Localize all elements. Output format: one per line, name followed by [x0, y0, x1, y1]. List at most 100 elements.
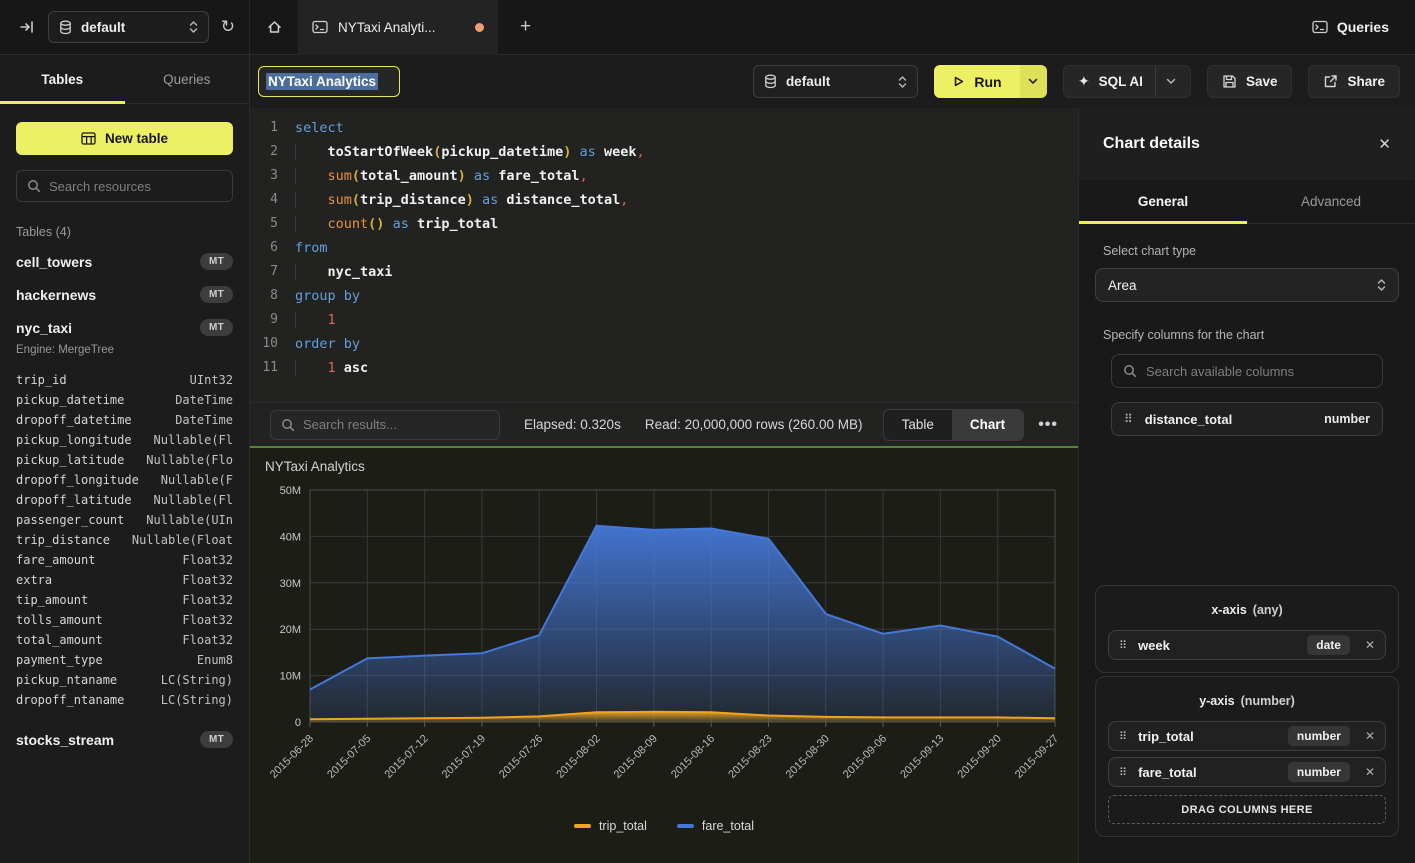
- legend-item-fare_total[interactable]: fare_total: [677, 819, 754, 833]
- svg-text:2015-09-06: 2015-09-06: [841, 733, 889, 781]
- refresh-icon[interactable]: ↻: [221, 17, 235, 37]
- available-column-distance_total[interactable]: ⠿distance_totalnumber: [1111, 402, 1383, 436]
- sidebar-search-input[interactable]: Search resources: [16, 170, 233, 202]
- results-search-input[interactable]: Search results...: [270, 410, 500, 440]
- database-icon: [59, 20, 72, 35]
- area-chart[interactable]: 010M20M30M40M50M2015-06-282015-07-052015…: [250, 448, 1078, 863]
- column-type: Nullable(Flo: [146, 453, 233, 467]
- column-row[interactable]: pickup_datetimeDateTime: [16, 390, 233, 410]
- axis-item-trip_total[interactable]: ⠿trip_totalnumber✕: [1108, 721, 1386, 751]
- column-name: trip_distance: [16, 533, 110, 547]
- share-button[interactable]: Share: [1308, 65, 1400, 98]
- remove-icon[interactable]: ✕: [1365, 765, 1375, 779]
- remove-icon[interactable]: ✕: [1365, 729, 1375, 743]
- read-stat: Read: 20,000,000 rows (260.00 MB): [645, 417, 863, 432]
- column-row[interactable]: pickup_ntanameLC(String): [16, 670, 233, 690]
- column-row[interactable]: trip_distanceNullable(Float: [16, 530, 233, 550]
- new-tab-button[interactable]: +: [520, 16, 531, 38]
- drag-handle-icon[interactable]: ⠿: [1124, 412, 1133, 426]
- home-button[interactable]: [250, 19, 298, 35]
- axis-item-fare_total[interactable]: ⠿fare_totalnumber✕: [1108, 757, 1386, 787]
- queries-icon: [1312, 20, 1328, 34]
- query-tab[interactable]: NYTaxi Analyti...: [298, 0, 498, 55]
- column-type: Float32: [182, 593, 233, 607]
- column-row[interactable]: payment_typeEnum8: [16, 650, 233, 670]
- queries-top-label: Queries: [1337, 19, 1389, 35]
- x-axis-title: x-axis(any): [1108, 603, 1386, 617]
- drop-zone[interactable]: DRAG COLUMNS HERE: [1108, 795, 1386, 824]
- drag-handle-icon[interactable]: ⠿: [1119, 730, 1127, 743]
- queries-top-button[interactable]: Queries: [1312, 19, 1389, 35]
- editor-line[interactable]: 7 nyc_taxi: [250, 260, 1078, 284]
- table-row-stocks-stream[interactable]: stocks_stream MT: [0, 723, 249, 756]
- save-button[interactable]: Save: [1207, 65, 1293, 98]
- tab-advanced[interactable]: Advanced: [1247, 180, 1415, 223]
- editor-line[interactable]: 5 count() as trip_total: [250, 212, 1078, 236]
- column-row[interactable]: pickup_latitude Nullable(Flo: [16, 450, 233, 470]
- column-row[interactable]: fare_amountFloat32: [16, 550, 233, 570]
- run-dropdown[interactable]: [1020, 65, 1047, 98]
- toolbar-database-selector[interactable]: default: [753, 65, 918, 98]
- view-toggle-table[interactable]: Table: [884, 410, 952, 440]
- sql-ai-button[interactable]: ✦ SQL AI: [1063, 65, 1191, 98]
- table-name: stocks_stream: [16, 732, 200, 748]
- drag-handle-icon[interactable]: ⠿: [1119, 766, 1127, 779]
- column-name: pickup_latitude: [16, 453, 124, 467]
- sql-editor[interactable]: 1select2 toStartOfWeek(pickup_datetime) …: [250, 108, 1078, 402]
- column-row[interactable]: tolls_amountFloat32: [16, 610, 233, 630]
- table-row-nyc-taxi[interactable]: nyc_taxi MT: [0, 311, 249, 344]
- column-row[interactable]: passenger_countNullable(UIn: [16, 510, 233, 530]
- code-text: sum(total_amount) as fare_total,: [295, 164, 588, 188]
- column-row[interactable]: dropoff_longitudeNullable(F: [16, 470, 233, 490]
- svg-text:0: 0: [295, 717, 301, 729]
- play-icon: [952, 75, 965, 88]
- tab-general[interactable]: General: [1079, 180, 1247, 223]
- sidebar-tab-queries[interactable]: Queries: [125, 55, 250, 103]
- column-row[interactable]: dropoff_datetimeDateTime: [16, 410, 233, 430]
- database-selector[interactable]: default: [48, 11, 209, 43]
- column-row[interactable]: dropoff_ntanameLC(String): [16, 690, 233, 710]
- more-options-button[interactable]: •••: [1038, 416, 1058, 434]
- svg-text:2015-07-12: 2015-07-12: [382, 733, 430, 781]
- run-button-main[interactable]: Run: [934, 65, 1020, 98]
- column-type: Nullable(UIn: [146, 513, 233, 527]
- run-button[interactable]: Run: [934, 65, 1047, 98]
- line-number: 11: [250, 356, 278, 380]
- editor-line[interactable]: 6from: [250, 236, 1078, 260]
- editor-line[interactable]: 9 1: [250, 308, 1078, 332]
- remove-icon[interactable]: ✕: [1365, 638, 1375, 652]
- chart-details-panel: Chart details ✕ General Advanced Select …: [1078, 108, 1415, 863]
- editor-line[interactable]: 2 toStartOfWeek(pickup_datetime) as week…: [250, 140, 1078, 164]
- editor-line[interactable]: 10order by: [250, 332, 1078, 356]
- editor-line[interactable]: 4 sum(trip_distance) as distance_total,: [250, 188, 1078, 212]
- editor-line[interactable]: 1select: [250, 116, 1078, 140]
- sparkle-icon: ✦: [1078, 73, 1090, 90]
- drag-handle-icon[interactable]: ⠿: [1119, 639, 1127, 652]
- query-title-input[interactable]: NYTaxi Analytics: [258, 66, 400, 97]
- editor-line[interactable]: 3 sum(total_amount) as fare_total,: [250, 164, 1078, 188]
- sql-ai-dropdown[interactable]: [1155, 66, 1176, 97]
- chart-type-select[interactable]: Area: [1095, 268, 1399, 302]
- column-row[interactable]: total_amountFloat32: [16, 630, 233, 650]
- table-row-hackernews[interactable]: hackernews MT: [0, 278, 249, 311]
- editor-line[interactable]: 8group by: [250, 284, 1078, 308]
- sidebar-tab-tables[interactable]: Tables: [0, 55, 125, 103]
- axis-item-week[interactable]: ⠿weekdate✕: [1108, 630, 1386, 660]
- column-type: Float32: [182, 613, 233, 627]
- table-row-cell-towers[interactable]: cell_towers MT: [0, 245, 249, 278]
- columns-search-input[interactable]: Search available columns: [1111, 354, 1383, 388]
- column-type: Float32: [182, 553, 233, 567]
- column-row[interactable]: trip_idUInt32: [16, 370, 233, 390]
- column-row[interactable]: pickup_longitudeNullable(Fl: [16, 430, 233, 450]
- column-row[interactable]: extraFloat32: [16, 570, 233, 590]
- column-type: Float32: [182, 633, 233, 647]
- legend-item-trip_total[interactable]: trip_total: [574, 819, 647, 833]
- collapse-sidebar-icon[interactable]: [18, 18, 36, 36]
- new-table-button[interactable]: New table: [16, 122, 233, 155]
- column-row[interactable]: tip_amountFloat32: [16, 590, 233, 610]
- column-row[interactable]: dropoff_latitudeNullable(Fl: [16, 490, 233, 510]
- close-icon[interactable]: ✕: [1378, 135, 1391, 153]
- view-toggle-chart[interactable]: Chart: [952, 410, 1023, 440]
- editor-line[interactable]: 11 1 asc: [250, 356, 1078, 380]
- axis-item-type-badge: number: [1288, 762, 1350, 782]
